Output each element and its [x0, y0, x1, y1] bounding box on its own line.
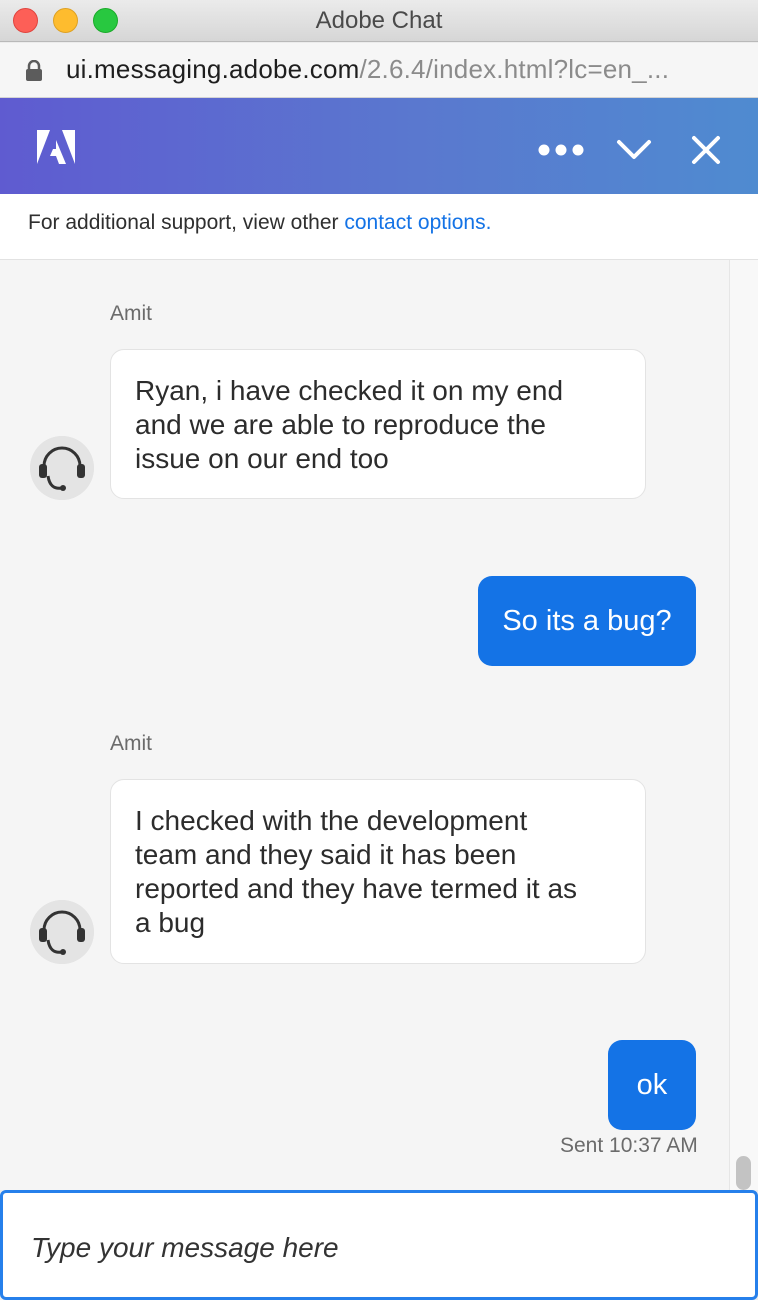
- message-line: a bug: [135, 907, 206, 938]
- user-message-bubble: So its a bug?: [478, 576, 696, 666]
- message-line: I checked with the development: [135, 805, 528, 836]
- message-line: issue on our end too: [135, 443, 389, 474]
- more-icon[interactable]: [538, 143, 584, 157]
- support-notice: For additional support, view other conta…: [0, 194, 758, 260]
- url-path: /2.6.4/index.html?lc=en_...: [359, 54, 670, 84]
- user-message-bubble: ok: [608, 1040, 696, 1130]
- scrollbar-track[interactable]: [729, 260, 758, 1190]
- agent-avatar-headset-icon: [30, 900, 94, 964]
- message-input[interactable]: [31, 1223, 721, 1273]
- window-title: Adobe Chat: [315, 7, 443, 34]
- message-line: Ryan, i have checked it on my end: [135, 375, 564, 406]
- contact-options-link[interactable]: contact options.: [344, 211, 491, 234]
- lock-icon: [26, 60, 42, 81]
- agent-message-bubble: I checked with the development team and …: [110, 779, 646, 964]
- agent-avatar-headset-icon: [30, 436, 94, 500]
- window-titlebar: Adobe Chat: [0, 0, 758, 42]
- message-sender: Amit: [110, 732, 152, 755]
- message-line: team and they said it has been: [135, 839, 517, 870]
- address-bar[interactable]: ui.messaging.adobe.com/2.6.4/index.html?…: [0, 43, 758, 98]
- message-line: reported and they have termed it as: [135, 873, 578, 904]
- chevron-down-icon[interactable]: [616, 138, 652, 162]
- url-host: ui.messaging.adobe.com: [66, 54, 360, 84]
- message-line: and we are able to reproduce the: [135, 409, 546, 440]
- adobe-logo: [37, 130, 75, 164]
- agent-message-bubble: Ryan, i have checked it on my end and we…: [110, 349, 646, 499]
- scrollbar-thumb[interactable]: [736, 1156, 751, 1190]
- support-text: For additional support, view other: [28, 211, 345, 234]
- message-sent-status: Sent 10:37 AM: [560, 1134, 698, 1157]
- message-composer[interactable]: [0, 1190, 758, 1300]
- url-text[interactable]: ui.messaging.adobe.com/2.6.4/index.html?…: [66, 54, 669, 85]
- close-icon[interactable]: [690, 134, 722, 166]
- message-sender: Amit: [110, 302, 152, 325]
